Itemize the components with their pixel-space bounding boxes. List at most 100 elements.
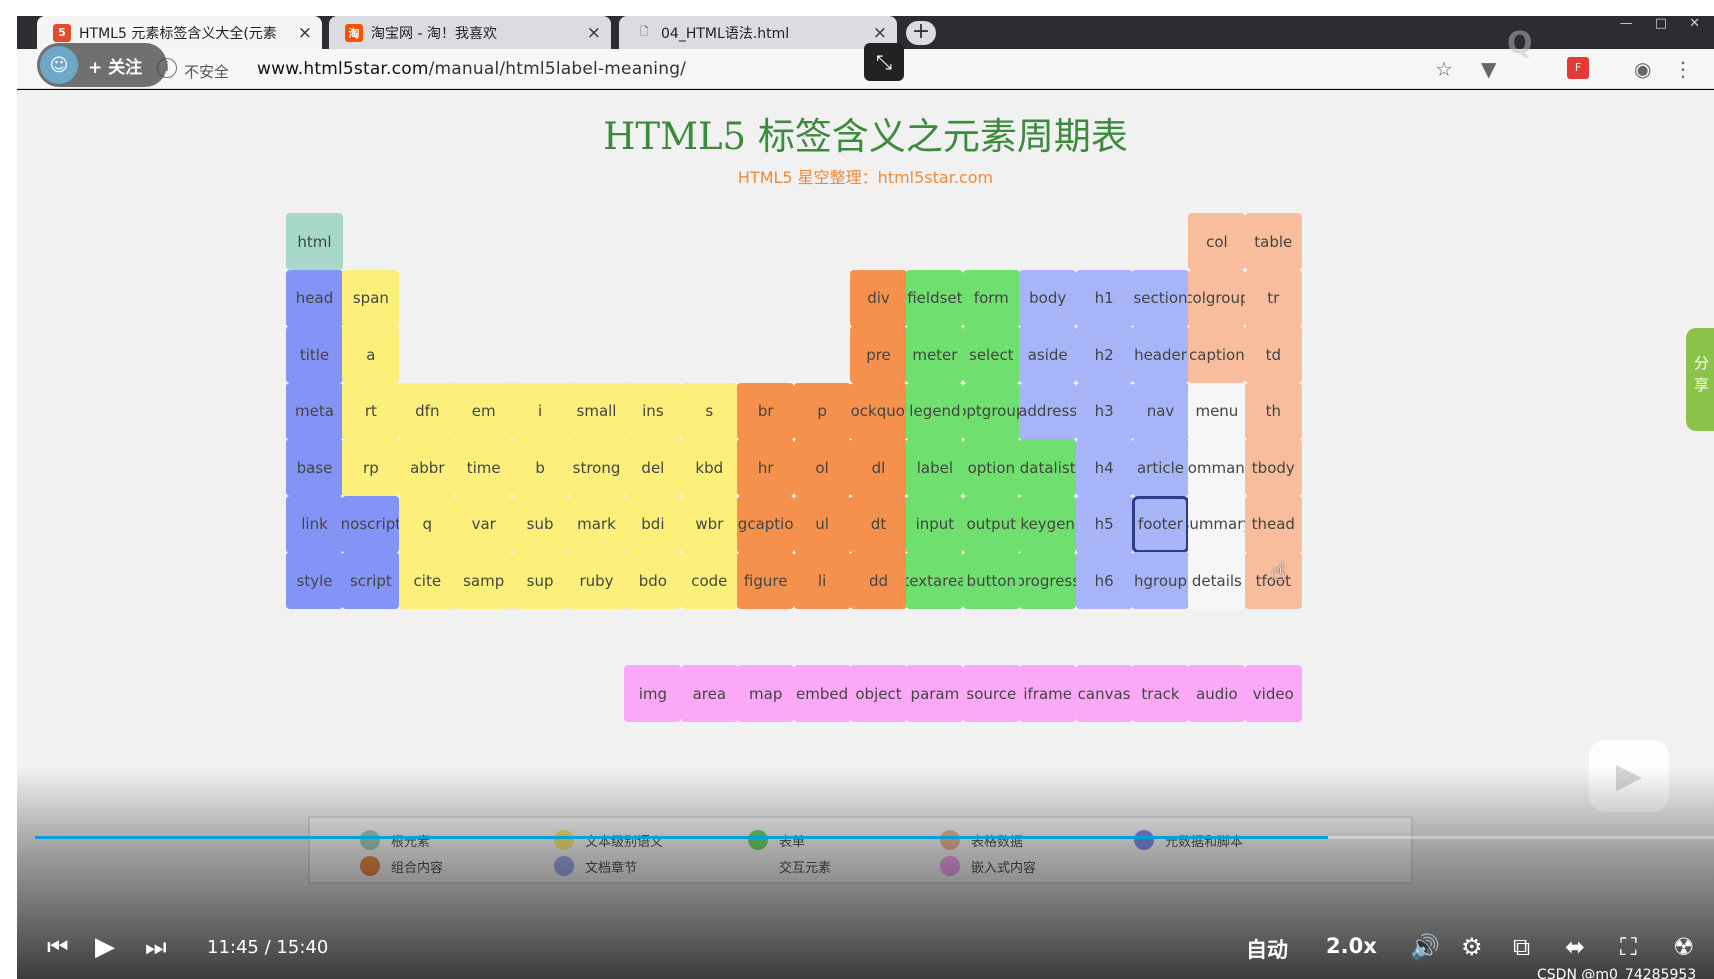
element-tr[interactable]: tr	[1244, 269, 1302, 327]
element-dl[interactable]: dl	[850, 439, 907, 496]
element-colgroup[interactable]: colgroup	[1188, 269, 1246, 327]
element-li[interactable]: li	[793, 552, 851, 609]
security-label[interactable]: 不安全	[184, 61, 229, 82]
video-frame[interactable]: 5 HTML5 元素标签含义大全(元素 × 淘 淘宝网 - 淘！我喜欢 × 🗋 …	[17, 16, 1714, 979]
progress-bar[interactable]	[35, 836, 1714, 839]
element-small[interactable]: small	[568, 382, 625, 440]
element-ol[interactable]: ol	[793, 439, 851, 496]
element-aside[interactable]: aside	[1019, 326, 1077, 383]
element-s[interactable]: s	[680, 382, 738, 440]
close-tab-icon[interactable]: ×	[587, 23, 601, 43]
previous-icon[interactable]: ⏮	[47, 932, 69, 962]
element-h5[interactable]: h5	[1075, 495, 1133, 553]
element-style[interactable]: style	[286, 552, 343, 609]
element-label[interactable]: label	[906, 439, 964, 496]
element-title[interactable]: title	[286, 326, 343, 383]
element-rp[interactable]: rp	[342, 439, 400, 496]
element-progress[interactable]: progress	[1019, 552, 1077, 609]
element-br[interactable]: br	[737, 382, 795, 440]
element-link[interactable]: link	[286, 495, 343, 553]
element-canvas[interactable]: canvas	[1075, 665, 1133, 722]
minimize-icon[interactable]: —	[1620, 16, 1633, 36]
element-details[interactable]: details	[1188, 552, 1246, 609]
element-track[interactable]: track	[1132, 665, 1189, 722]
element-ruby[interactable]: ruby	[568, 552, 625, 609]
element-input[interactable]: input	[906, 495, 964, 553]
element-cite[interactable]: cite	[398, 552, 456, 609]
element-th[interactable]: th	[1244, 382, 1302, 440]
element-legend[interactable]: legend	[906, 382, 964, 440]
element-pre[interactable]: pre	[850, 326, 907, 383]
element-summary[interactable]: summary	[1188, 495, 1246, 553]
element-area[interactable]: area	[680, 665, 738, 722]
element-dfn[interactable]: dfn	[398, 382, 456, 440]
element-select[interactable]: select	[962, 326, 1020, 383]
element-time[interactable]: time	[455, 439, 513, 496]
element-mark[interactable]: mark	[568, 495, 625, 553]
element-bdi[interactable]: bdi	[624, 495, 682, 553]
element-meter[interactable]: meter	[906, 326, 964, 383]
element-a[interactable]: a	[342, 326, 400, 383]
element-caption[interactable]: caption	[1188, 326, 1246, 383]
element-col[interactable]: col	[1188, 213, 1246, 270]
element-audio[interactable]: audio	[1188, 665, 1246, 722]
element-wbr[interactable]: wbr	[680, 495, 738, 553]
share-side-tab[interactable]: 分享	[1686, 328, 1714, 431]
element-i[interactable]: i	[511, 382, 569, 440]
element-h3[interactable]: h3	[1075, 382, 1133, 440]
web-fullscreen-icon[interactable]: ⛶	[1620, 932, 1637, 962]
volume-icon[interactable]: 🔊	[1410, 932, 1440, 962]
pip-icon[interactable]: ⧉	[1513, 932, 1530, 962]
play-icon[interactable]: ▶	[95, 932, 115, 962]
speed-button[interactable]: 2.0x	[1326, 934, 1377, 958]
element-html[interactable]: html	[286, 213, 343, 270]
element-iframe[interactable]: iframe	[1019, 665, 1077, 722]
element-span[interactable]: span	[342, 269, 400, 327]
element-form[interactable]: form	[962, 269, 1020, 327]
element-abbr[interactable]: abbr	[398, 439, 456, 496]
close-tab-icon[interactable]: ×	[873, 23, 887, 43]
tab-taobao[interactable]: 淘 淘宝网 - 淘！我喜欢 ×	[329, 16, 611, 49]
url-field[interactable]: www.html5star.com/manual/html5label-mean…	[257, 59, 686, 79]
element-ul[interactable]: ul	[793, 495, 851, 553]
element-article[interactable]: article	[1132, 439, 1189, 496]
element-tbody[interactable]: tbody	[1244, 439, 1302, 496]
element-option[interactable]: option	[962, 439, 1020, 496]
tab-html-syntax[interactable]: 🗋 04_HTML语法.html ×	[619, 16, 897, 49]
exit-pip-button[interactable]: ⤡	[864, 43, 904, 81]
element-object[interactable]: object	[850, 665, 907, 722]
element-datalist[interactable]: datalist	[1019, 439, 1077, 496]
element-footer[interactable]: footer	[1132, 495, 1189, 553]
element-h1[interactable]: h1	[1075, 269, 1133, 327]
close-window-icon[interactable]: ✕	[1689, 16, 1700, 36]
element-em[interactable]: em	[455, 382, 513, 440]
account-icon[interactable]: ◉	[1634, 57, 1651, 81]
element-map[interactable]: map	[737, 665, 795, 722]
element-sup[interactable]: sup	[511, 552, 569, 609]
quality-button[interactable]: 自动	[1246, 934, 1288, 964]
element-hgroup[interactable]: hgroup	[1132, 552, 1189, 609]
extension-icon[interactable]: ▼	[1481, 57, 1496, 81]
element-script[interactable]: script	[342, 552, 400, 609]
element-section[interactable]: section	[1132, 269, 1189, 327]
element-figure[interactable]: figure	[737, 552, 795, 609]
new-tab-button[interactable]: +	[906, 21, 936, 45]
element-address[interactable]: address	[1019, 382, 1077, 440]
element-button[interactable]: button	[962, 552, 1020, 609]
element-td[interactable]: td	[1244, 326, 1302, 383]
element-textarea[interactable]: textarea	[906, 552, 964, 609]
next-icon[interactable]: ⏭	[145, 932, 167, 962]
element-b[interactable]: b	[511, 439, 569, 496]
element-nav[interactable]: nav	[1132, 382, 1189, 440]
element-source[interactable]: source	[962, 665, 1020, 722]
pdf-extension-icon[interactable]: F	[1567, 57, 1589, 79]
element-var[interactable]: var	[455, 495, 513, 553]
element-del[interactable]: del	[624, 439, 682, 496]
follow-button[interactable]: ☺ + 关注	[37, 43, 167, 87]
element-p[interactable]: p	[793, 382, 851, 440]
element-optgroup[interactable]: optgroup	[962, 382, 1020, 440]
element-strong[interactable]: strong	[568, 439, 625, 496]
widescreen-icon[interactable]: ⬌	[1565, 932, 1585, 962]
element-samp[interactable]: samp	[455, 552, 513, 609]
element-meta[interactable]: meta	[286, 382, 343, 440]
